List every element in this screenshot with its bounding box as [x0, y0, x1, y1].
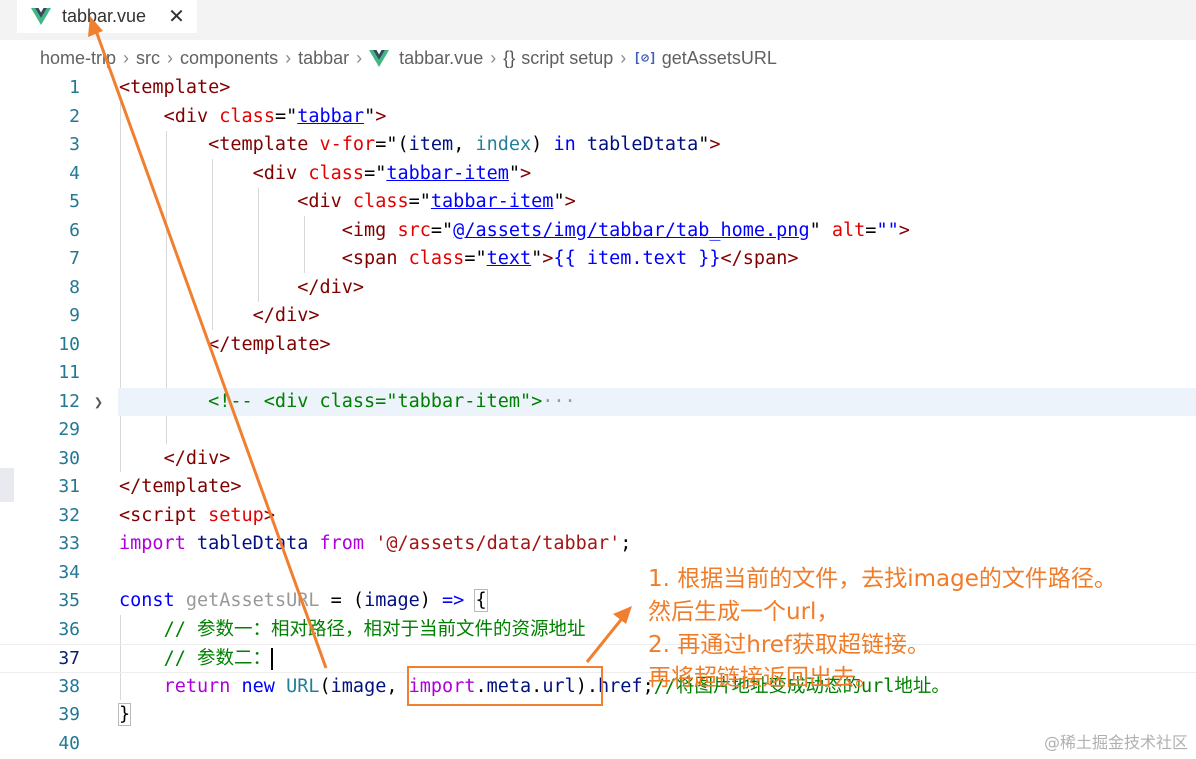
text-cursor: [270, 648, 273, 670]
line-number: 7: [69, 248, 80, 269]
line-number: 33: [58, 533, 80, 554]
line-number: 38: [58, 675, 80, 697]
line-number: 11: [58, 362, 80, 383]
breadcrumb-item-file[interactable]: tabbar.vue: [399, 48, 483, 69]
breadcrumb-item-tabbar[interactable]: tabbar: [298, 48, 349, 69]
chevron-right-icon: ›: [356, 47, 363, 68]
annotation-line: 然后生成一个url，: [648, 599, 840, 625]
code-text: // 参数二：: [163, 648, 273, 670]
code-line-folded[interactable]: 12 ❯ <!-- <div class="tabbar-item">···: [0, 388, 1196, 417]
chevron-right-icon: ›: [490, 47, 497, 68]
line-number: 12: [58, 390, 80, 412]
code-text: <template v-for="(item, index) in tableD…: [208, 134, 721, 155]
breadcrumb: home-trip › src › components › tabbar › …: [40, 45, 777, 71]
tab-tabbar-vue[interactable]: tabbar.vue ✕: [17, 0, 197, 33]
annotation-line: 1. 根据当前的文件，去找image的文件路径。: [648, 566, 1117, 592]
line-number: 5: [69, 191, 80, 212]
chevron-right-icon: ›: [167, 47, 174, 68]
line-number: 39: [58, 704, 80, 725]
code-text: </div>: [163, 447, 231, 469]
line-number: 35: [58, 590, 80, 611]
vue-file-icon: [31, 8, 51, 25]
close-icon[interactable]: ✕: [168, 4, 185, 29]
code-line: 30 </div>: [0, 445, 1196, 474]
annotation-note: 1. 根据当前的文件，去找image的文件路径。 然后生成一个url， 2. 再…: [648, 563, 1117, 695]
line-number: 30: [58, 447, 80, 469]
tab-label: tabbar.vue: [62, 6, 147, 26]
breadcrumb-item-components[interactable]: components: [180, 48, 278, 69]
code-text: <div class="tabbar-item">: [297, 191, 576, 212]
code-text: <div class="tabbar">: [163, 105, 387, 127]
code-text: </template>: [208, 333, 331, 355]
breadcrumb-item-getassetsurl[interactable]: getAssetsURL: [662, 48, 777, 69]
line-number: 6: [69, 219, 80, 241]
line-number: 36: [58, 618, 80, 640]
editor-tab-bar: tabbar.vue ✕: [0, 0, 1196, 40]
line-number: 8: [69, 276, 80, 298]
code-text: <script setup>: [119, 504, 275, 526]
code-text: </div>: [297, 276, 365, 298]
code-text: <div class="tabbar-item">: [252, 162, 532, 184]
line-number: 10: [58, 333, 80, 355]
line-number: 37: [58, 648, 80, 669]
code-line: 8 </div>: [0, 274, 1196, 303]
line-number: 40: [58, 732, 80, 754]
chevron-right-icon[interactable]: ❯: [94, 388, 103, 417]
code-line: 4 <div class="tabbar-item">: [0, 160, 1196, 189]
code-text: import tableDtata from '@/assets/data/ta…: [119, 533, 632, 554]
line-number: 9: [69, 305, 80, 326]
code-line: 33 import tableDtata from '@/assets/data…: [0, 530, 1196, 559]
method-icon: [⊘]: [633, 50, 657, 66]
code-text: </div>: [252, 305, 320, 326]
breadcrumb-item-src[interactable]: src: [136, 48, 160, 69]
code-text: <span class="text">{{ item.text }}</span…: [341, 248, 799, 269]
code-text: </template>: [119, 476, 242, 497]
line-number: 34: [58, 561, 80, 583]
breadcrumb-item-script-setup[interactable]: script setup: [521, 48, 613, 69]
watermark: @稀土掘金技术社区: [1043, 733, 1188, 752]
code-text: <!-- <div class="tabbar-item">···: [208, 390, 576, 412]
code-line: 10 </template>: [0, 331, 1196, 360]
code-text: <img src="@/assets/img/tabbar/tab_home.p…: [341, 219, 910, 241]
code-line: 29: [0, 416, 1196, 445]
line-number: 2: [69, 105, 80, 127]
code-line: 5 <div class="tabbar-item">: [0, 188, 1196, 217]
line-number: 31: [58, 476, 80, 497]
vue-file-icon: [369, 49, 390, 67]
code-line: 6 <img src="@/assets/img/tabbar/tab_home…: [0, 217, 1196, 246]
code-text: <template>: [119, 77, 231, 98]
line-number: 1: [69, 77, 80, 98]
annotation-line: 2. 再通过href获取超链接。: [648, 632, 931, 658]
code-line: 1 <template>: [0, 74, 1196, 103]
code-line: 7 <span class="text">{{ item.text }}</sp…: [0, 245, 1196, 274]
code-line: 31 </template>: [0, 473, 1196, 502]
code-line: 2 <div class="tabbar">: [0, 103, 1196, 132]
braces-icon: {}: [503, 47, 516, 68]
code-line: 3 <template v-for="(item, index) in tabl…: [0, 131, 1196, 160]
code-line: 11: [0, 359, 1196, 388]
annotation-highlight-box: [407, 666, 603, 706]
code-line: 40: [0, 730, 1196, 759]
annotation-line: 再将超链接返回出去。: [648, 665, 878, 691]
code-line: 9 </div>: [0, 302, 1196, 331]
breadcrumb-item-home-trip[interactable]: home-trip: [40, 48, 116, 69]
code-line: 32 <script setup>: [0, 502, 1196, 531]
chevron-right-icon: ›: [123, 47, 130, 68]
line-number: 4: [69, 162, 80, 184]
code-text: const getAssetsURL = (image) => {: [119, 589, 488, 612]
code-text: // 参数一：相对路径，相对于当前文件的资源地址: [163, 618, 586, 640]
chevron-right-icon: ›: [285, 47, 292, 68]
line-number: 3: [69, 134, 80, 155]
line-number: 29: [58, 419, 80, 440]
code-text: }: [117, 703, 132, 726]
chevron-right-icon: ›: [620, 47, 627, 68]
line-number: 32: [58, 504, 80, 526]
